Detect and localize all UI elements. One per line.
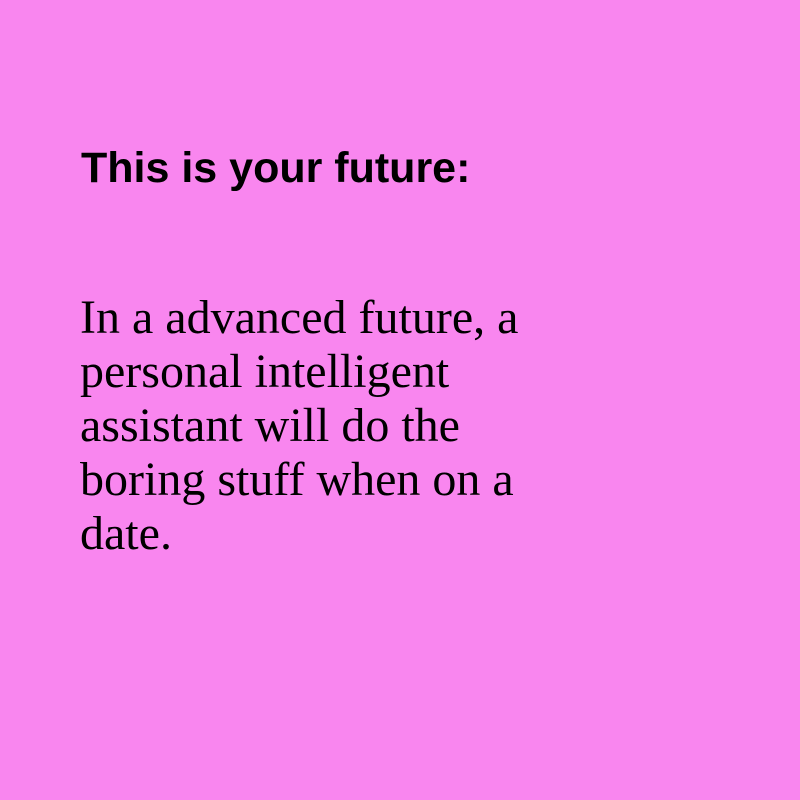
meme-card: This is your future: In a advanced futur…: [0, 0, 800, 800]
heading: This is your future:: [81, 144, 471, 192]
body-line: personal intelligent: [80, 345, 450, 398]
body-line: date.: [80, 507, 172, 560]
body-line: In a advanced future, a: [80, 291, 519, 344]
body-line: boring stuff when on a: [80, 453, 514, 506]
body-line: assistant will do the: [80, 399, 460, 452]
body-paragraph: In a advanced future, a personal intelli…: [80, 291, 640, 561]
